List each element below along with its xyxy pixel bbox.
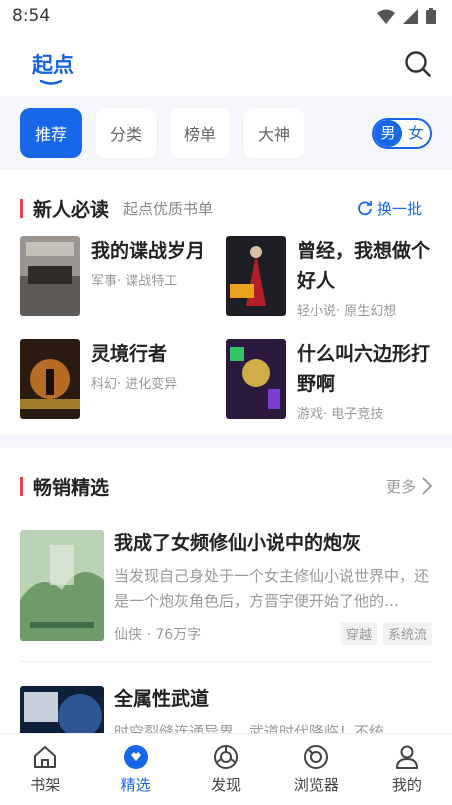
book-title: 什么叫六边形打野啊 xyxy=(297,343,431,395)
tab-discover[interactable]: 发现 xyxy=(181,734,271,805)
book-cover xyxy=(20,236,80,316)
filter-chip-recommend[interactable]: 推荐 xyxy=(20,108,82,158)
book-title: 我成了女频修仙小说中的炮灰 xyxy=(114,532,362,554)
bookshelf-icon xyxy=(34,746,57,768)
brand-tab[interactable]: 起点 xyxy=(32,49,74,85)
gender-female-option[interactable]: 女 xyxy=(402,120,430,147)
book-title: 全属性武道 xyxy=(114,688,210,710)
book-card[interactable]: 什么叫六边形打野啊 游戏· 电子竞技 xyxy=(226,339,437,422)
book-title: 曾经，我想做个好人 xyxy=(297,240,431,292)
list-item[interactable]: 全属性武道 时空裂缝连通异界，武道时代降临！不统… xyxy=(20,686,432,734)
refresh-button[interactable]: 换一批 xyxy=(357,198,422,219)
gender-toggle[interactable]: 男 女 xyxy=(372,118,432,149)
newbie-section: 新人必读 起点优质书单 换一批 我的谍战岁月 军事· 谍战特工 曾经，我想做个好… xyxy=(0,180,452,434)
tab-label: 书架 xyxy=(30,776,61,794)
section-marker xyxy=(20,198,23,218)
tab-bookshelf[interactable]: 书架 xyxy=(0,734,90,805)
filter-chip-ranking[interactable]: 榜单 xyxy=(170,108,230,158)
status-time: 8:54 xyxy=(12,6,51,26)
book-category: 仙侠 · 76万字 xyxy=(114,626,202,643)
book-description: 当发现自己身处于一个女主修仙小说世界中，还是一个炮灰角色后，方晋宇便开始了他的… xyxy=(114,567,430,610)
book-tags: 科幻· 进化变异 xyxy=(91,377,178,392)
book-card[interactable]: 曾经，我想做个好人 轻小说· 原生幻想 xyxy=(226,236,437,319)
gender-male-option[interactable]: 男 xyxy=(374,120,402,147)
tag-badge: 穿越 xyxy=(340,622,377,645)
app-screen: 8:54 起点 推荐 分类 榜单 大神 男 女 新人必读 起点优质书单 换一批 … xyxy=(0,0,452,805)
book-tags: 轻小说· 原生幻想 xyxy=(297,304,397,319)
tab-label: 我的 xyxy=(391,776,422,794)
tag-badge: 系统流 xyxy=(382,622,432,645)
book-card[interactable]: 灵境行者 科幻· 进化变异 xyxy=(20,339,231,419)
newbie-section-title: 新人必读 xyxy=(33,198,110,221)
section-gap xyxy=(0,434,452,448)
browser-icon xyxy=(304,745,329,769)
status-bar: 8:54 xyxy=(0,0,452,32)
list-divider xyxy=(20,661,432,662)
tab-label: 浏览器 xyxy=(293,776,339,794)
filter-bar: 推荐 分类 榜单 大神 男 女 xyxy=(0,96,452,170)
status-icons xyxy=(377,8,436,24)
brand-underline-icon xyxy=(40,80,62,85)
bestseller-section: 畅销精选 更多 我成了女频修仙小说中的炮灰 当发现自己身处于一个女主修仙小说世界… xyxy=(0,458,452,734)
battery-icon xyxy=(426,8,436,24)
chevron-right-icon xyxy=(422,477,432,495)
bestseller-section-title: 畅销精选 xyxy=(33,476,110,499)
search-button[interactable] xyxy=(402,48,434,80)
newbie-section-header: 新人必读 起点优质书单 换一批 xyxy=(0,180,452,236)
book-tags: 军事· 谍战特工 xyxy=(91,274,178,289)
book-cover xyxy=(226,236,286,316)
search-icon xyxy=(405,51,431,77)
signal-icon xyxy=(403,8,418,24)
book-cover xyxy=(20,686,104,734)
book-cover xyxy=(226,339,286,419)
filter-chip-masters[interactable]: 大神 xyxy=(244,108,304,158)
more-label: 更多 xyxy=(385,477,416,496)
app-header: 起点 xyxy=(0,32,452,96)
wifi-icon xyxy=(377,9,395,24)
filter-chip-category[interactable]: 分类 xyxy=(96,108,156,158)
newbie-section-subtitle: 起点优质书单 xyxy=(123,199,214,218)
tab-label: 精选 xyxy=(120,776,151,794)
tab-profile[interactable]: 我的 xyxy=(362,734,452,805)
featured-icon xyxy=(123,745,148,769)
discover-icon xyxy=(214,745,239,769)
brand-title: 起点 xyxy=(32,53,74,77)
section-marker xyxy=(20,476,23,496)
refresh-icon xyxy=(358,201,372,216)
refresh-label: 换一批 xyxy=(376,199,422,218)
book-card[interactable]: 我的谍战岁月 军事· 谍战特工 xyxy=(20,236,231,316)
book-cover xyxy=(20,530,104,641)
tab-label: 发现 xyxy=(211,776,242,794)
book-tags: 游戏· 电子竞技 xyxy=(297,407,384,422)
profile-icon xyxy=(395,745,418,769)
bottom-tab-bar: 书架 精选 发现 浏览器 我的 xyxy=(0,733,452,805)
tab-browser[interactable]: 浏览器 xyxy=(271,734,361,805)
tab-featured[interactable]: 精选 xyxy=(90,734,180,805)
book-description: 时空裂缝连通异界，武道时代降临！不统… xyxy=(114,723,400,734)
book-cover xyxy=(20,339,80,419)
list-item[interactable]: 我成了女频修仙小说中的炮灰 当发现自己身处于一个女主修仙小说世界中，还是一个炮灰… xyxy=(20,530,432,645)
book-title: 灵境行者 xyxy=(91,343,168,365)
book-title: 我的谍战岁月 xyxy=(91,240,206,262)
bestseller-section-header: 畅销精选 更多 xyxy=(0,458,452,514)
more-button[interactable]: 更多 xyxy=(386,476,432,497)
